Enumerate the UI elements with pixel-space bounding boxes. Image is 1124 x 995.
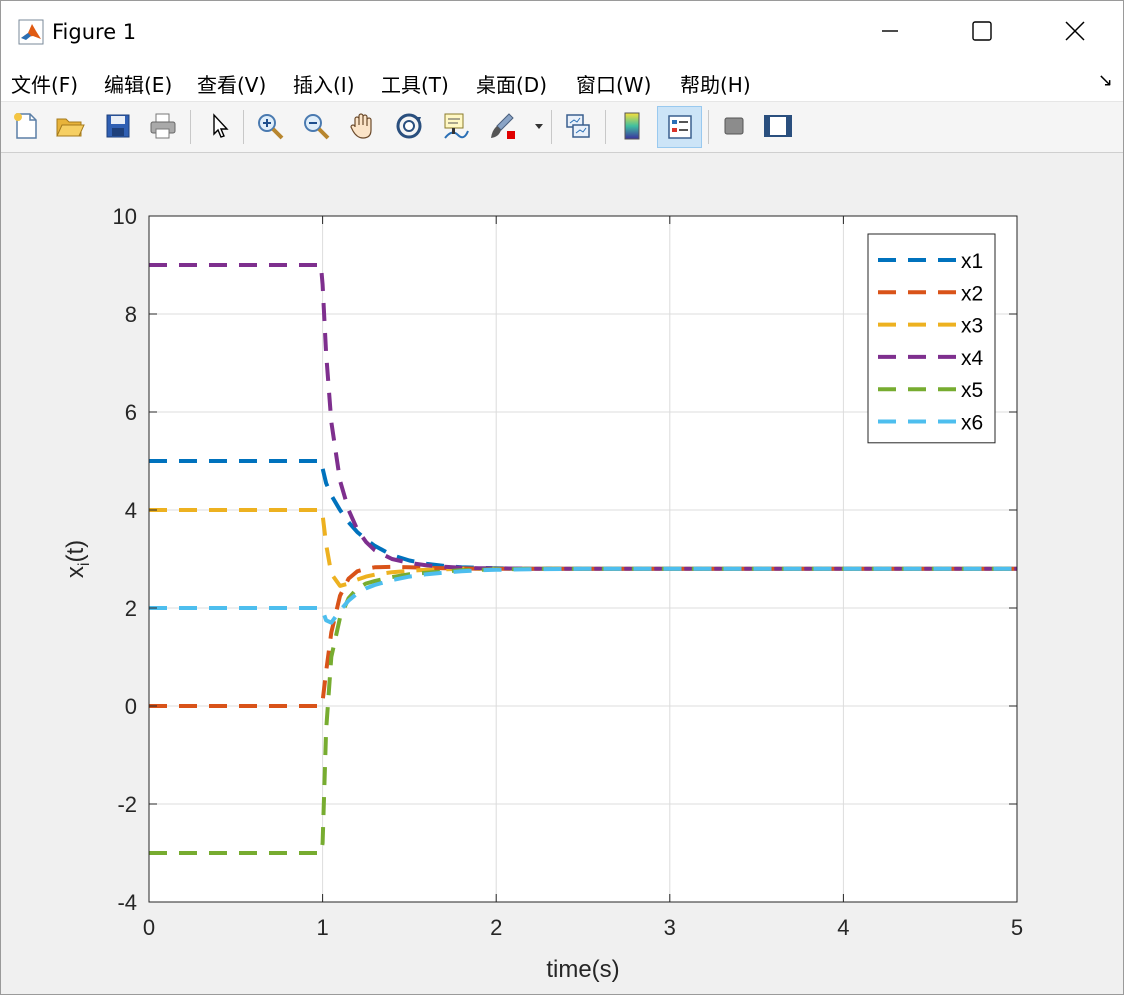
x-axis-label: time(s) [546,956,619,983]
legend-icon[interactable] [657,106,702,148]
link-plot-icon[interactable] [561,107,595,145]
x-tick-label: 3 [664,915,676,940]
toolbar-separator [243,110,244,144]
toolbar-separator [708,110,709,144]
y-tick-label: 10 [113,204,137,229]
data-cursor-icon[interactable] [438,107,472,145]
x-tick-label: 0 [143,915,155,940]
y-tick-label: 4 [125,498,137,523]
legend-label-x3: x3 [961,315,983,338]
menu-desktop[interactable]: 桌面(D) [476,69,547,98]
zoom-out-icon[interactable] [299,107,333,145]
legend-label-x5: x5 [961,379,983,402]
legend-label-x1: x1 [961,250,983,273]
matlab-logo-icon [18,19,44,45]
show-plot-tools-icon[interactable] [761,107,795,145]
y-tick-label: 0 [125,694,137,719]
y-tick-label: 2 [125,596,137,621]
y-tick-label: -2 [117,792,137,817]
pan-hand-icon[interactable] [345,107,379,145]
legend[interactable]: x1 x2 x3 x4 x5 x6 [867,233,996,444]
menu-file[interactable]: 文件(F) [11,69,78,98]
toolbar-separator [605,110,606,144]
x-tick-label: 5 [1011,915,1023,940]
legend-label-x2: x2 [961,282,983,305]
pointer-icon[interactable] [203,107,237,145]
plot-canvas: 0 1 2 3 4 5 -4 -2 0 2 4 6 8 10 time(s) xi(t) x1 x2 x3 x4… [62,204,1023,983]
close-button[interactable] [1029,1,1121,61]
menu-insert[interactable]: 插入(I) [293,69,355,98]
menu-bar: 文件(F) 编辑(E) 查看(V) 插入(I) 工具(T) 桌面(D) 窗口(W… [1,61,1123,102]
x-tick-label: 1 [316,915,328,940]
brush-icon[interactable] [485,107,519,145]
rotate-3d-icon[interactable] [392,107,426,145]
colorbar-icon[interactable] [615,107,649,145]
minimize-button[interactable] [844,1,936,61]
x-tick-label: 4 [837,915,849,940]
title-bar: Figure 1 [1,1,1123,61]
save-icon[interactable] [101,107,135,145]
toolbar-separator [551,110,552,144]
menu-window[interactable]: 窗口(W) [576,69,651,98]
open-folder-icon[interactable] [53,107,87,145]
menu-help[interactable]: 帮助(H) [680,69,751,98]
y-axis-label: xi(t) [62,540,93,578]
maximize-icon [972,21,992,41]
y-tick-label: -4 [117,890,137,915]
menu-view[interactable]: 查看(V) [197,69,266,98]
y-tick-label: 6 [125,400,137,425]
legend-label-x6: x6 [961,412,983,435]
brush-dropdown-icon[interactable] [529,107,549,145]
window-title: Figure 1 [52,20,137,44]
minimize-icon [882,30,898,32]
dock-arrow-icon[interactable]: ↘ [1098,70,1113,91]
close-icon [1065,21,1085,41]
hide-plot-tools-icon[interactable] [717,107,751,145]
menu-tools[interactable]: 工具(T) [381,69,449,98]
toolbar [1,102,1123,153]
print-icon[interactable] [146,107,180,145]
figure-window: Figure 1 文件(F) 编辑(E) 查看(V) 插入(I) 工具(T) 桌… [0,0,1124,995]
y-tick-label: 8 [125,302,137,327]
zoom-in-icon[interactable] [253,107,287,145]
menu-edit[interactable]: 编辑(E) [104,69,172,98]
new-file-icon[interactable] [9,107,43,145]
maximize-button[interactable] [936,1,1028,61]
legend-label-x4: x4 [961,347,984,370]
toolbar-separator [190,110,191,144]
x-tick-label: 2 [490,915,502,940]
